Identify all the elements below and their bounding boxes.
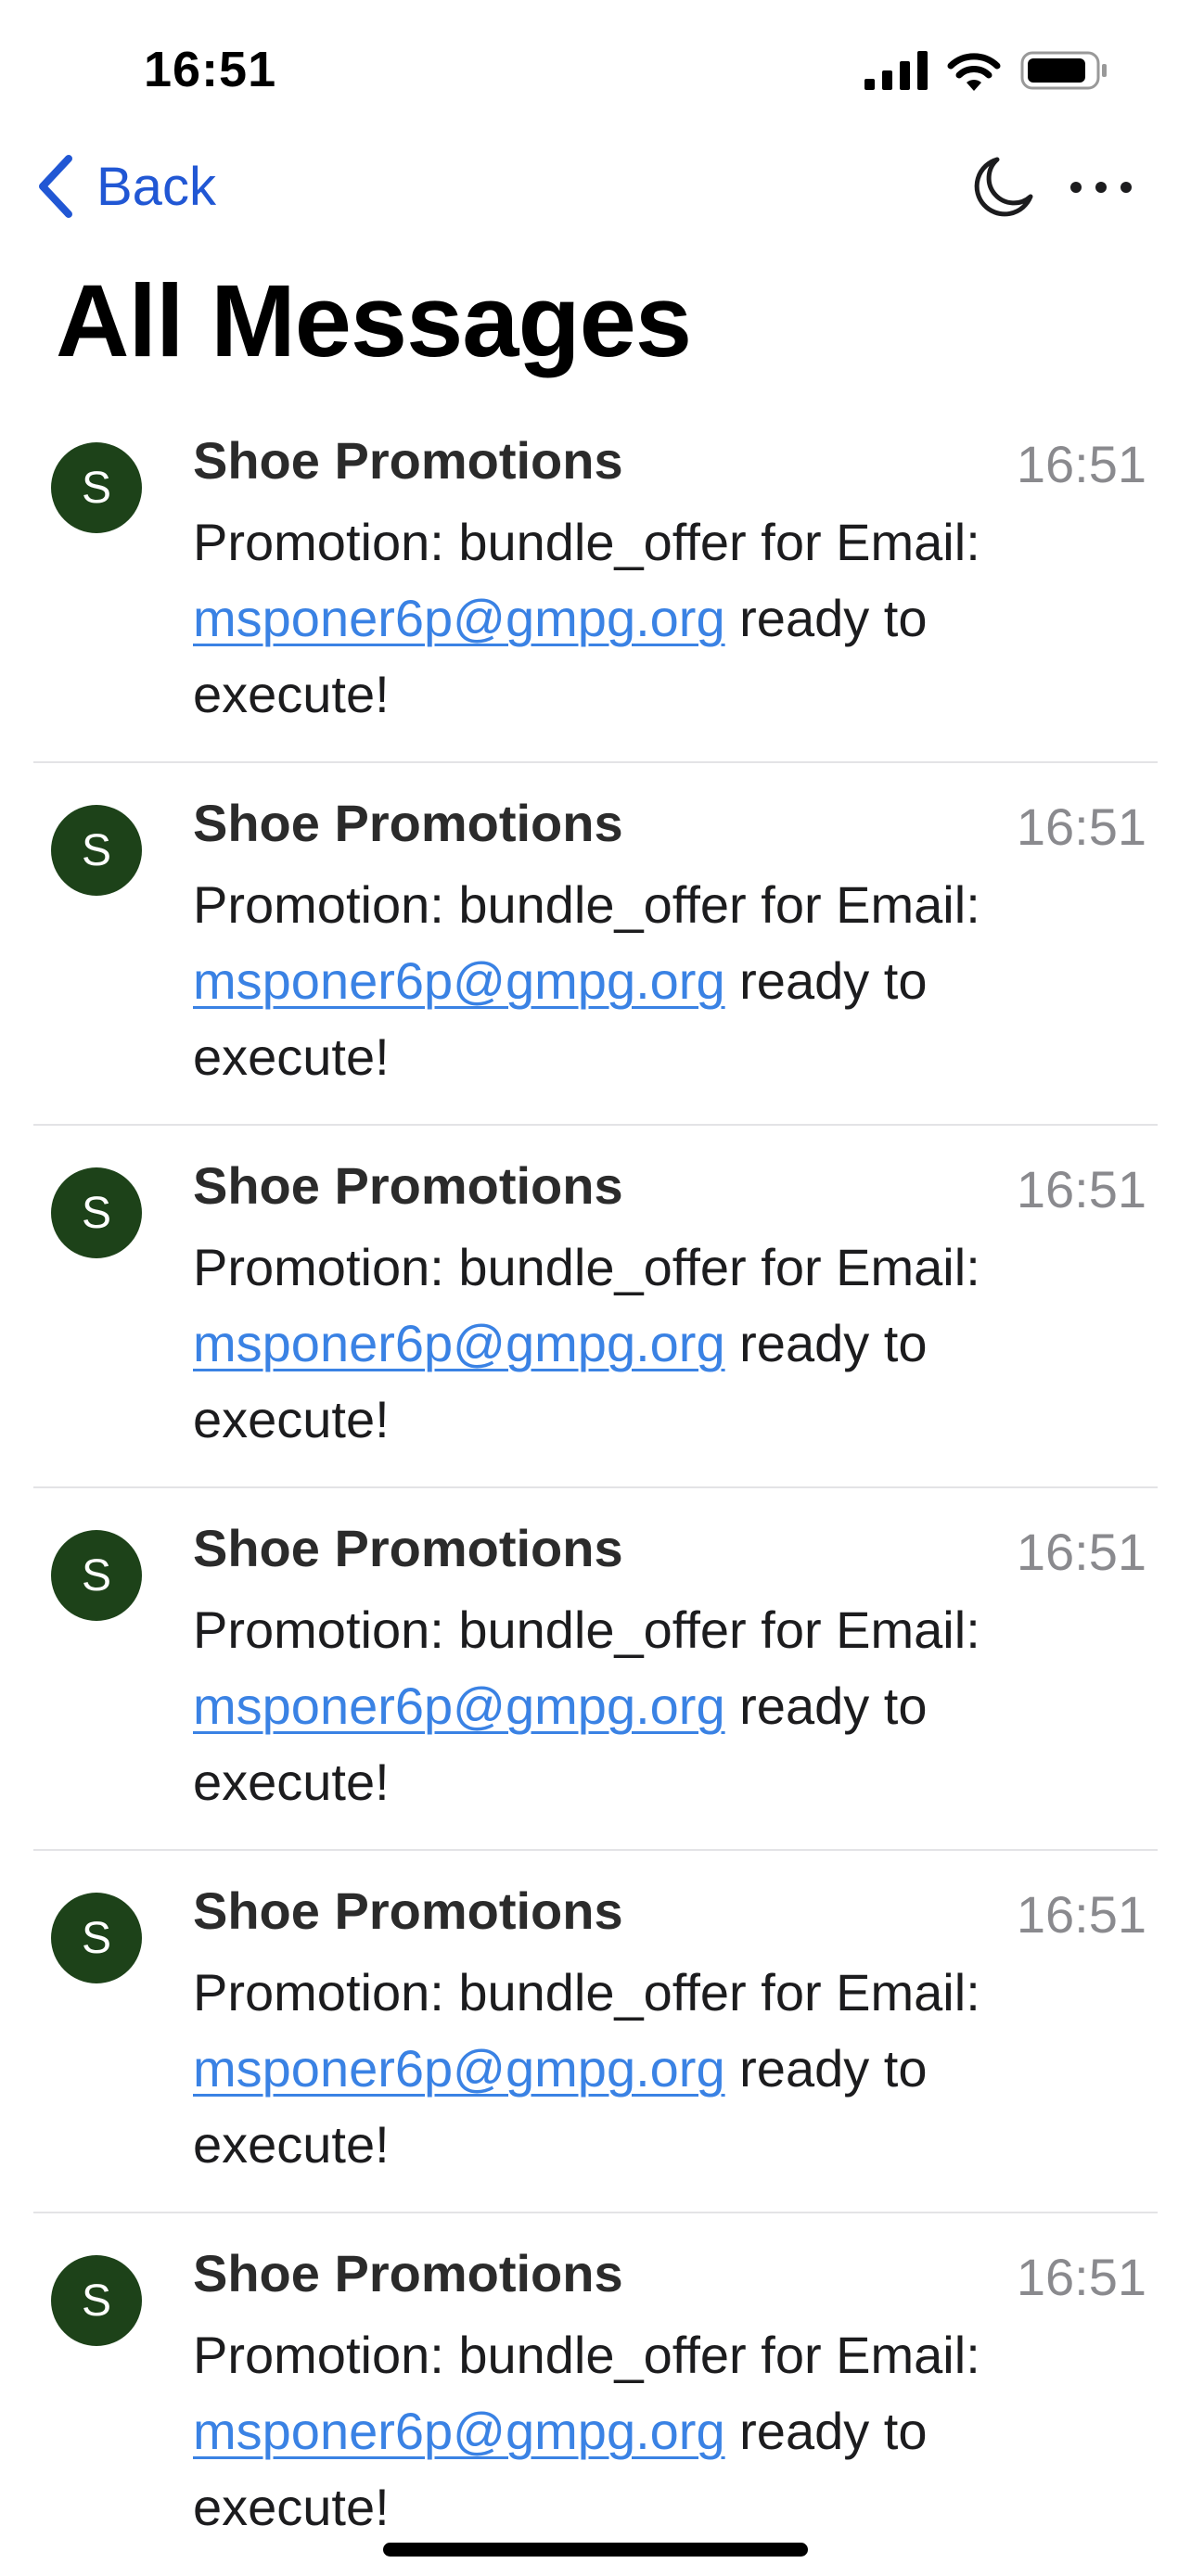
message-row[interactable]: S Shoe Promotions 16:51 Promotion: bundl… (0, 1126, 1191, 1488)
message-text: Promotion: bundle_offer for Email: (193, 875, 980, 934)
sender-name: Shoe Promotions (193, 431, 623, 490)
status-icons (864, 50, 1108, 91)
more-options-button[interactable] (1065, 169, 1137, 206)
wifi-icon (947, 53, 1001, 91)
message-text: Promotion: bundle_offer for Email: (193, 513, 980, 571)
avatar: S (51, 805, 142, 896)
dark-mode-button[interactable] (969, 154, 1036, 221)
page-title: All Messages (56, 264, 692, 378)
ellipsis-icon (1070, 182, 1132, 193)
message-text: Promotion: bundle_offer for Email: (193, 1963, 980, 2021)
message-preview: Promotion: bundle_offer for Email: mspon… (193, 1955, 1130, 2183)
navigation-bar: Back (0, 148, 1191, 232)
message-time: 16:51 (1016, 435, 1146, 493)
message-text: Promotion: bundle_offer for Email: (193, 1600, 980, 1659)
moon-icon (974, 157, 1033, 217)
email-link[interactable]: msponer6p@gmpg.org (193, 1314, 725, 1372)
message-row[interactable]: S Shoe Promotions 16:51 Promotion: bundl… (0, 401, 1191, 763)
message-row[interactable]: S Shoe Promotions 16:51 Promotion: bundl… (0, 1851, 1191, 2213)
cellular-signal-icon (864, 51, 928, 90)
status-bar: 16:51 (0, 0, 1191, 139)
email-link[interactable]: msponer6p@gmpg.org (193, 951, 725, 1010)
sender-name: Shoe Promotions (193, 794, 623, 852)
status-time: 16:51 (144, 42, 277, 97)
sender-name: Shoe Promotions (193, 1156, 623, 1215)
message-time: 16:51 (1016, 1885, 1146, 1944)
message-time: 16:51 (1016, 1160, 1146, 1218)
message-text: Promotion: bundle_offer for Email: (193, 1238, 980, 1296)
sender-name: Shoe Promotions (193, 2244, 623, 2302)
email-link[interactable]: msponer6p@gmpg.org (193, 589, 725, 647)
message-time: 16:51 (1016, 2248, 1146, 2306)
email-link[interactable]: msponer6p@gmpg.org (193, 2402, 725, 2460)
message-preview: Promotion: bundle_offer for Email: mspon… (193, 1592, 1130, 1820)
avatar: S (51, 442, 142, 533)
sender-name: Shoe Promotions (193, 1881, 623, 1940)
message-preview: Promotion: bundle_offer for Email: mspon… (193, 504, 1130, 733)
back-button-label: Back (96, 156, 216, 217)
avatar: S (51, 2255, 142, 2346)
message-row[interactable]: S Shoe Promotions 16:51 Promotion: bundl… (0, 1488, 1191, 1851)
email-link[interactable]: msponer6p@gmpg.org (193, 2039, 725, 2098)
message-row[interactable]: S Shoe Promotions 16:51 Promotion: bundl… (0, 763, 1191, 1126)
avatar: S (51, 1893, 142, 1983)
message-time: 16:51 (1016, 1523, 1146, 1581)
message-preview: Promotion: bundle_offer for Email: mspon… (193, 1230, 1130, 1458)
email-link[interactable]: msponer6p@gmpg.org (193, 1677, 725, 1735)
message-list: S Shoe Promotions 16:51 Promotion: bundl… (0, 401, 1191, 2576)
back-button[interactable]: Back (35, 153, 216, 220)
avatar: S (51, 1530, 142, 1621)
message-row[interactable]: S Shoe Promotions 16:51 Promotion: bundl… (0, 2213, 1191, 2576)
chevron-left-icon (39, 155, 72, 218)
message-text: Promotion: bundle_offer for Email: (193, 2326, 980, 2384)
home-indicator[interactable] (383, 2543, 808, 2557)
avatar: S (51, 1167, 142, 1258)
battery-icon (1020, 51, 1107, 90)
sender-name: Shoe Promotions (193, 1519, 623, 1577)
message-preview: Promotion: bundle_offer for Email: mspon… (193, 2317, 1130, 2545)
message-preview: Promotion: bundle_offer for Email: mspon… (193, 867, 1130, 1095)
message-time: 16:51 (1016, 797, 1146, 856)
